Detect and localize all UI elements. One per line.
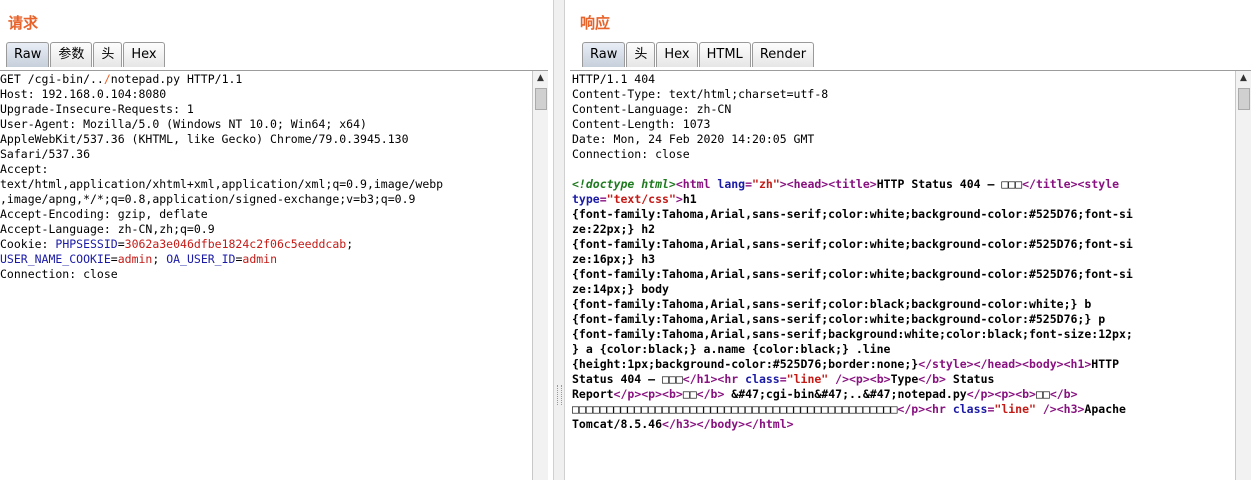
response-body: <!doctype html><html lang="zh"><head><ti… — [572, 177, 1133, 431]
connection-header: Connection: close — [572, 147, 690, 161]
user-agent-header-cont: Safari/537.36 — [0, 147, 91, 161]
date-header: Date: Mon, 24 Feb 2020 14:20:05 GMT — [572, 132, 815, 146]
request-tab-raw[interactable]: Raw — [6, 42, 50, 67]
user-agent-header: User-Agent: Mozilla/5.0 (Windows NT 10.0… — [0, 117, 367, 131]
status-line: HTTP/1.1 404 — [572, 72, 656, 86]
request-tab-params[interactable]: 参数 — [50, 42, 93, 67]
request-scrollbar[interactable]: ▲ — [532, 71, 548, 480]
scroll-up-arrow-icon[interactable]: ▲ — [1236, 71, 1251, 86]
request-text[interactable]: GET /cgi-bin/../notepad.py HTTP/1.1 Host… — [0, 71, 548, 282]
request-tabs: Raw 参数 头 Hex — [6, 42, 166, 68]
response-tabs: Raw 头 Hex HTML Render — [582, 42, 815, 68]
accept-header-cont: text/html,application/xhtml+xml,applicat… — [0, 177, 444, 191]
response-tab-html[interactable]: HTML — [698, 42, 751, 67]
response-tab-hex[interactable]: Hex — [656, 42, 698, 67]
content-type-header: Content-Type: text/html;charset=utf-8 — [572, 87, 829, 101]
content-length-header: Content-Length: 1073 — [572, 117, 711, 131]
request-title: 请求 — [8, 14, 39, 32]
user-agent-header-cont: AppleWebKit/537.36 (KHTML, like Gecko) C… — [0, 132, 409, 146]
request-tab-headers[interactable]: 头 — [93, 42, 123, 67]
divider-grip-icon[interactable] — [557, 385, 562, 405]
cookie-header: Cookie: PHPSESSID=3062a3e046dfbe1824c2f0… — [0, 237, 354, 251]
text-cursor: / — [103, 72, 111, 86]
scroll-up-arrow-icon[interactable]: ▲ — [533, 71, 548, 86]
request-pane: 请求 Raw 参数 头 Hex GET /cgi-bin/../notepad.… — [0, 0, 548, 480]
scrollbar-thumb[interactable] — [1238, 88, 1250, 110]
content-language-header: Content-Language: zh-CN — [572, 102, 732, 116]
host-header: Host: 192.168.0.104:8080 — [0, 87, 167, 101]
request-tab-hex[interactable]: Hex — [123, 42, 165, 67]
response-scrollbar[interactable]: ▲ — [1235, 71, 1251, 480]
response-tab-render[interactable]: Render — [751, 42, 815, 67]
accept-encoding-header: Accept-Encoding: gzip, deflate — [0, 207, 208, 221]
split-divider[interactable] — [553, 0, 565, 480]
response-title: 响应 — [580, 14, 611, 32]
response-tab-raw[interactable]: Raw — [582, 42, 626, 67]
request-editor[interactable]: GET /cgi-bin/../notepad.py HTTP/1.1 Host… — [0, 70, 548, 480]
accept-language-header: Accept-Language: zh-CN,zh;q=0.9 — [0, 222, 215, 236]
connection-header: Connection: close — [0, 267, 118, 281]
response-text[interactable]: HTTP/1.1 404 Content-Type: text/html;cha… — [570, 71, 1251, 432]
request-line: GET /cgi-bin/../notepad.py HTTP/1.1 — [0, 72, 243, 86]
cookie-header-cont: USER_NAME_COOKIE=admin; OA_USER_ID=admin — [0, 252, 278, 266]
response-pane: 响应 Raw 头 Hex HTML Render HTTP/1.1 404 Co… — [570, 0, 1251, 480]
response-tab-headers[interactable]: 头 — [626, 42, 656, 67]
upgrade-header: Upgrade-Insecure-Requests: 1 — [0, 102, 194, 116]
accept-header: Accept: — [0, 162, 49, 176]
scrollbar-thumb[interactable] — [535, 88, 547, 110]
accept-header-cont: ,image/apng,*/*;q=0.8,application/signed… — [0, 192, 416, 206]
response-editor[interactable]: HTTP/1.1 404 Content-Type: text/html;cha… — [570, 70, 1251, 480]
